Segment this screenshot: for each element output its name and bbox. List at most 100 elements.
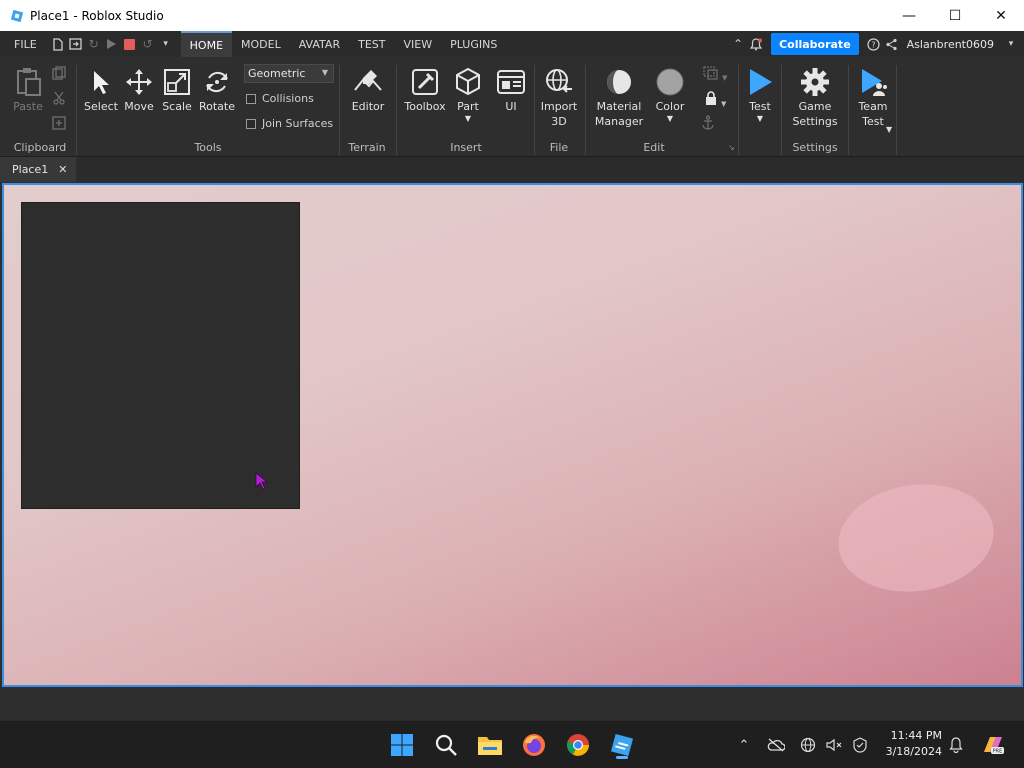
collaborate-button[interactable]: Collaborate <box>771 33 859 55</box>
file-explorer-button[interactable] <box>474 729 506 761</box>
file-menu[interactable]: FILE <box>0 31 49 57</box>
roblox-studio-icon <box>610 733 634 757</box>
duplicate-button[interactable] <box>50 116 68 134</box>
share-icon[interactable] <box>883 31 901 57</box>
quick-access-dropdown-icon[interactable]: ▾ <box>157 31 175 57</box>
roblox-studio-taskbar-button[interactable] <box>606 729 638 761</box>
test-button[interactable]: Test ▼ <box>742 65 778 124</box>
taskbar: ⌃ 11:44 PM 3/18/2024 PRE <box>0 720 1024 768</box>
toolbox-icon <box>412 69 438 95</box>
ui-button[interactable]: UI <box>494 65 528 114</box>
separator <box>738 65 739 155</box>
title-bar: Place1 - Roblox Studio — ☐ ✕ <box>0 0 1024 31</box>
copy-icon <box>52 66 66 80</box>
tab-test[interactable]: TEST <box>349 31 394 57</box>
play-icon[interactable] <box>103 31 121 57</box>
join-surfaces-checkbox[interactable]: Join Surfaces <box>246 117 333 130</box>
separator <box>339 65 340 155</box>
roblox-studio-icon <box>10 9 24 22</box>
window-title: Place1 - Roblox Studio <box>30 8 164 23</box>
close-tab-icon[interactable]: ✕ <box>58 163 67 176</box>
close-button[interactable]: ✕ <box>978 0 1024 31</box>
tab-model[interactable]: MODEL <box>232 31 290 57</box>
3d-viewport[interactable] <box>2 183 1023 687</box>
import-3d-button[interactable]: Import 3D <box>538 65 580 129</box>
tab-view[interactable]: VIEW <box>394 31 441 57</box>
edit-group-expand-icon[interactable]: ↘ <box>728 143 735 152</box>
system-clock[interactable]: 11:44 PM 3/18/2024 <box>886 728 942 760</box>
ribbon-toolbar: Paste Clipboard Select Move Scale Rotate… <box>0 57 1024 157</box>
team-test-button[interactable]: Team Test <box>852 65 894 129</box>
minimize-button[interactable]: — <box>886 0 932 31</box>
help-icon[interactable]: ? <box>865 31 883 57</box>
toolbox-button[interactable]: Toolbox <box>402 65 448 114</box>
username-label[interactable]: Aslanbrent0609 <box>907 38 994 51</box>
paste-button[interactable]: Paste <box>10 65 46 114</box>
volume-muted-icon[interactable] <box>824 735 844 755</box>
part-dropdown-icon[interactable]: ▼ <box>450 114 486 124</box>
start-button[interactable] <box>386 729 418 761</box>
search-icon <box>435 734 457 756</box>
search-button[interactable] <box>430 729 462 761</box>
stop-icon[interactable] <box>121 31 139 57</box>
account-dropdown-icon[interactable]: ▾ <box>1002 31 1020 57</box>
clipboard-group-label: Clipboard <box>13 141 67 154</box>
document-tab-place1[interactable]: Place1 ✕ <box>0 157 76 182</box>
part-button[interactable]: Part ▼ <box>450 65 486 124</box>
windows-logo-icon <box>391 734 413 756</box>
move-button[interactable]: Move <box>120 65 158 114</box>
checkbox-box <box>246 93 256 104</box>
tab-avatar[interactable]: AVATAR <box>290 31 349 57</box>
folder-icon <box>478 737 502 755</box>
network-globe-icon[interactable] <box>798 735 818 755</box>
scale-button[interactable]: Scale <box>158 65 196 114</box>
ui-window-icon <box>497 70 525 94</box>
redo-icon[interactable]: ↻ <box>85 31 103 57</box>
notifications-bell-icon[interactable] <box>946 735 966 755</box>
separator <box>396 65 397 155</box>
notification-bell-icon[interactable] <box>747 31 765 57</box>
copy-button[interactable] <box>50 66 68 84</box>
undo-icon[interactable]: ↺ <box>139 31 157 57</box>
color-swatch-icon <box>656 68 684 96</box>
team-test-icon <box>862 69 887 96</box>
menu-bar: FILE ↻ ↺ ▾ HOME MODEL AVATAR TEST VIEW P… <box>0 31 1024 57</box>
rotate-button[interactable]: Rotate <box>197 65 237 114</box>
cut-button[interactable] <box>50 91 68 109</box>
anchor-button[interactable] <box>698 115 718 134</box>
test-dropdown-icon[interactable]: ▼ <box>742 114 778 124</box>
terrain-editor-icon <box>354 70 382 91</box>
team-test-dropdown-icon[interactable]: ▼ <box>886 125 892 134</box>
play-test-icon <box>750 69 772 95</box>
separator <box>848 65 849 155</box>
maximize-button[interactable]: ☐ <box>932 0 978 31</box>
terrain-editor-button[interactable]: Editor <box>346 65 390 114</box>
separator <box>534 65 535 155</box>
onedrive-icon[interactable] <box>766 735 786 755</box>
copilot-icon[interactable]: PRE <box>980 735 1006 755</box>
pointer-icon <box>94 71 109 94</box>
color-dropdown-icon[interactable]: ▼ <box>650 114 690 124</box>
battery-icon[interactable] <box>850 735 870 755</box>
checkbox-box <box>246 118 256 129</box>
chrome-button[interactable] <box>562 729 594 761</box>
move-arrows-icon <box>126 69 152 95</box>
scale-icon <box>164 69 190 95</box>
color-button[interactable]: Color ▼ <box>650 65 690 124</box>
collisions-checkbox[interactable]: Collisions <box>246 92 314 105</box>
select-button[interactable]: Select <box>83 65 119 114</box>
game-settings-button[interactable]: Game Settings <box>790 65 840 129</box>
publish-icon[interactable] <box>67 31 85 57</box>
material-manager-button[interactable]: Material Manager <box>592 65 646 129</box>
show-hidden-icons-button[interactable]: ⌃ <box>734 735 754 755</box>
tab-home[interactable]: HOME <box>180 31 233 57</box>
group-button[interactable]: ▼ <box>698 66 732 86</box>
tab-plugins[interactable]: PLUGINS <box>441 31 506 57</box>
new-file-icon[interactable] <box>49 31 67 57</box>
globe-import-icon <box>546 69 572 93</box>
chevron-up-icon[interactable]: ⌃ <box>729 31 747 57</box>
firefox-button[interactable] <box>518 729 550 761</box>
separator <box>896 65 897 155</box>
transform-mode-dropdown[interactable]: Geometric ▼ <box>244 64 334 83</box>
lock-button[interactable]: ▼ <box>698 91 732 112</box>
